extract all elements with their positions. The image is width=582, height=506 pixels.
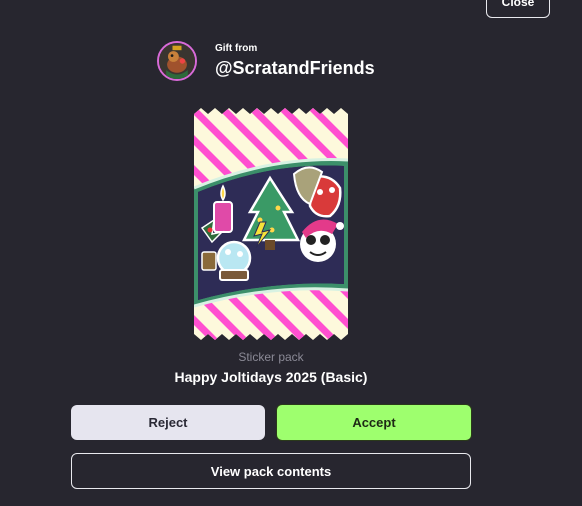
- gift-sender: Gift from @ScratandFriends: [157, 41, 375, 81]
- sender-username: @ScratandFriends: [215, 58, 375, 78]
- reject-button[interactable]: Reject: [71, 405, 265, 440]
- sticker-pack-image: [192, 108, 350, 340]
- avatar: [157, 41, 197, 81]
- view-pack-contents-button[interactable]: View pack contents: [71, 453, 471, 489]
- pack-name: Happy Joltidays 2025 (Basic): [174, 369, 368, 385]
- pack-type-label: Sticker pack: [238, 350, 304, 364]
- gift-from-label: Gift from: [215, 43, 258, 54]
- close-button[interactable]: Close: [486, 0, 550, 18]
- accept-button[interactable]: Accept: [276, 404, 472, 441]
